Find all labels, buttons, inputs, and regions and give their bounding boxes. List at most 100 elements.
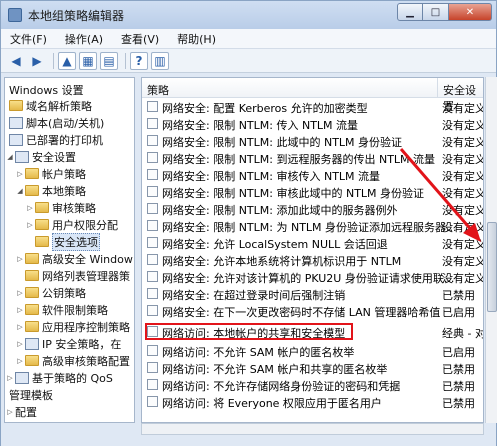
table-row[interactable]: 网络安全: 限制 NTLM: 传入 NTLM 流量 没有定义 <box>142 115 483 132</box>
security-icon <box>15 150 29 163</box>
tree-root[interactable]: Windows 设置 <box>5 78 134 98</box>
toolbar: ◀ ▶ ▲ ▦ ▤ ? ▥ <box>1 49 496 73</box>
menu-file[interactable]: 文件(F) <box>1 31 56 47</box>
folder-icon <box>9 100 23 111</box>
expand-icon[interactable]: ▷ <box>5 374 15 382</box>
tree-item-public-key[interactable]: ▷ 公钥策略 <box>15 284 86 301</box>
table-row[interactable]: 网络安全: 在下一次更改密码时不存储 LAN 管理器哈希值 已启用 <box>142 302 483 319</box>
tree-pane: Windows 设置 域名解析策略 脚本(启动/关机) 已部署的打印机 ◢ 安全设… <box>4 77 135 423</box>
collapse-icon[interactable]: ◢ <box>15 187 25 195</box>
column-header-policy[interactable]: 策略 <box>142 78 438 98</box>
policy-icon <box>147 379 158 390</box>
folder-icon <box>25 168 39 179</box>
table-row[interactable]: 网络访问: 将 Everyone 权限应用于匿名用户 已禁用 <box>142 393 483 410</box>
expand-icon[interactable]: ▷ <box>5 408 15 416</box>
tree-item-advanced-audit[interactable]: ▷ 高级审核策略配置 <box>15 352 130 369</box>
policy-icon <box>147 362 158 373</box>
tree-item-printers[interactable]: 已部署的打印机 <box>9 131 103 148</box>
expand-icon[interactable]: ▷ <box>15 340 25 348</box>
expand-icon[interactable]: ▷ <box>15 306 25 314</box>
script-icon <box>9 116 23 129</box>
expand-icon[interactable]: ▷ <box>15 357 25 365</box>
expand-icon[interactable]: ▷ <box>15 170 25 178</box>
policy-icon <box>147 345 158 356</box>
folder-icon <box>35 202 49 213</box>
policy-icon <box>147 305 158 316</box>
table-row[interactable]: 网络安全: 限制 NTLM: 此域中的 NTLM 身份验证 没有定义 <box>142 132 483 149</box>
tree-item-ipsec[interactable]: ▷ IP 安全策略，在 <box>15 335 121 352</box>
table-row[interactable]: 网络访问: 不允许存储网络身份验证的密码和凭据 已禁用 <box>142 376 483 393</box>
menu-action[interactable]: 操作(A) <box>56 31 112 47</box>
tree-item-security-settings[interactable]: ◢ 安全设置 <box>5 148 76 165</box>
tree-item-audit-policy[interactable]: ▷ 审核策略 <box>25 199 96 216</box>
tree-item-config[interactable]: ▷ 配置 <box>5 403 37 420</box>
folder-icon <box>25 253 39 264</box>
tree-item-app-control[interactable]: ▷ 应用程序控制策略 <box>15 318 130 335</box>
policy-icon <box>147 271 158 282</box>
details-view-icon[interactable]: ▥ <box>151 51 169 70</box>
folder-open-icon <box>25 185 39 196</box>
table-row[interactable]: 网络安全: 限制 NTLM: 添加此域中的服务器例外 没有定义 <box>142 200 483 217</box>
expand-icon[interactable]: ▷ <box>15 255 25 263</box>
horizontal-scrollbar[interactable] <box>141 423 484 435</box>
tree-item-firewall[interactable]: ▷ 高级安全 Window <box>15 250 133 267</box>
policy-icon <box>147 203 158 214</box>
highlight-box <box>145 323 353 340</box>
help-icon[interactable]: ? <box>130 51 148 70</box>
forward-icon[interactable]: ▶ <box>28 52 46 70</box>
tree-item-admin-templates[interactable]: 管理模板 <box>9 386 53 403</box>
back-icon[interactable]: ◀ <box>7 52 25 70</box>
expand-icon[interactable]: ▷ <box>15 289 25 297</box>
close-button[interactable]: ✕ <box>449 3 492 21</box>
table-row[interactable]: 网络访问: 不允许 SAM 帐户的匿名枚举 已启用 <box>142 342 483 359</box>
tree-item-user-rights[interactable]: ▷ 用户权限分配 <box>25 216 118 233</box>
table-row[interactable]: 网络安全: 配置 Kerberos 允许的加密类型 没有定义 <box>142 98 483 115</box>
tree-item-qos[interactable]: ▷ 基于策略的 QoS <box>5 369 113 386</box>
policy-icon <box>147 254 158 265</box>
column-header-setting[interactable]: 安全设置 <box>438 78 483 113</box>
table-row[interactable]: 网络访问: 不允许 SAM 帐户和共享的匿名枚举 已禁用 <box>142 359 483 376</box>
title-bar: 本地组策略编辑器 ▁ □ ✕ <box>1 1 496 29</box>
minimize-button[interactable]: ▁ <box>397 3 423 21</box>
menu-bar: 文件(F) 操作(A) 查看(V) 帮助(H) <box>1 29 496 49</box>
qos-icon <box>15 371 29 384</box>
table-row[interactable]: 网络安全: 限制 NTLM: 审核此域中的 NTLM 身份验证 没有定义 <box>142 183 483 200</box>
collapse-icon[interactable]: ◢ <box>5 153 15 161</box>
expand-icon[interactable]: ▷ <box>25 221 35 229</box>
table-row[interactable]: 网络安全: 允许本地系统将计算机标识用于 NTLM 没有定义 <box>142 251 483 268</box>
tree-item-name-resolution[interactable]: 域名解析策略 <box>9 97 92 114</box>
vertical-scrollbar[interactable] <box>485 77 497 423</box>
ipsec-icon <box>25 337 39 350</box>
policy-icon <box>147 396 158 407</box>
table-row[interactable]: 网络安全: 允许 LocalSystem NULL 会话回退 没有定义 <box>142 234 483 251</box>
table-row[interactable]: 网络安全: 允许对该计算机的 PKU2U 身份验证请求使用联... 没有定义 <box>142 268 483 285</box>
folder-icon <box>25 270 39 281</box>
table-row[interactable]: 网络安全: 限制 NTLM: 审核传入 NTLM 流量 没有定义 <box>142 166 483 183</box>
tree-item-local-policies[interactable]: ◢ 本地策略 <box>15 182 86 199</box>
policy-icon <box>147 152 158 163</box>
tree-item-security-options[interactable]: 安全选项 <box>35 232 100 251</box>
expand-icon[interactable]: ▷ <box>15 323 25 331</box>
policy-icon <box>147 186 158 197</box>
policy-icon <box>147 101 158 112</box>
properties-icon[interactable]: ▤ <box>100 51 118 70</box>
tree-item-software-restriction[interactable]: ▷ 软件限制策略 <box>15 301 108 318</box>
expand-icon[interactable]: ▷ <box>25 204 35 212</box>
table-row[interactable]: 网络安全: 在超过登录时间后强制注销 已禁用 <box>142 285 483 302</box>
table-row[interactable]: 网络安全: 限制 NTLM: 为 NTLM 身份验证添加远程服务器... 没有定义 <box>142 217 483 234</box>
policy-icon <box>147 237 158 248</box>
menu-help[interactable]: 帮助(H) <box>168 31 225 47</box>
policy-icon <box>147 135 158 146</box>
scrollbar-thumb[interactable] <box>487 222 497 312</box>
maximize-button[interactable]: □ <box>423 3 449 21</box>
menu-view[interactable]: 查看(V) <box>112 31 168 47</box>
window-title: 本地组策略编辑器 <box>28 8 125 23</box>
tree-item-scripts[interactable]: 脚本(启动/关机) <box>9 114 104 131</box>
folder-icon <box>25 355 39 366</box>
up-folder-icon[interactable]: ▲ <box>58 51 76 70</box>
tree-item-network-list[interactable]: 网络列表管理器策 <box>25 267 130 284</box>
show-tree-icon[interactable]: ▦ <box>79 51 97 70</box>
table-row[interactable]: 网络安全: 限制 NTLM: 到远程服务器的传出 NTLM 流量 没有定义 <box>142 149 483 166</box>
policy-icon <box>147 118 158 129</box>
tree-item-account-policies[interactable]: ▷ 帐户策略 <box>15 165 86 182</box>
